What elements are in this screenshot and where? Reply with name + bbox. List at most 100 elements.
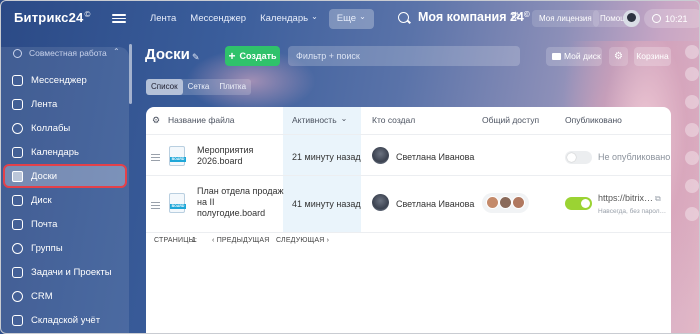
col-activity[interactable]: Активность [283, 107, 361, 134]
chevron-up-icon[interactable]: ⌃ [113, 47, 120, 56]
pager-current-page[interactable]: 1 [192, 237, 196, 244]
pager-next[interactable]: СЛЕДУЮЩАЯ › [276, 237, 329, 244]
panel-icon[interactable] [685, 123, 699, 137]
nav-more[interactable]: Еще [328, 9, 374, 29]
published-link[interactable]: https://bitrix… [598, 193, 653, 204]
feed-icon [12, 98, 23, 110]
trash-button[interactable]: Корзина [634, 47, 671, 66]
pager-prev[interactable]: ‹ ПРЕДЫДУЩАЯ [212, 237, 270, 244]
panel-icon[interactable] [685, 45, 699, 59]
sidebar-item-label: Доски [31, 170, 58, 182]
col-published[interactable]: Опубликовано [565, 107, 622, 134]
panel-icon[interactable] [685, 67, 699, 81]
plus-icon: + [228, 48, 236, 63]
view-list[interactable]: Список [146, 79, 183, 95]
sidebar-item-inventory[interactable]: Складской учёт [4, 309, 126, 331]
row-menu-icon[interactable] [151, 200, 160, 211]
gear-icon[interactable]: ⚙ [511, 11, 520, 22]
license-button[interactable]: Моя лицензия [532, 10, 599, 27]
company-sup: © [523, 10, 530, 19]
sidebar-item-label: Группы [31, 242, 63, 254]
sidebar-item-disk[interactable]: Диск [4, 189, 126, 211]
file-name[interactable]: План отдела продаж на II полугодие.board [197, 186, 284, 219]
avatar[interactable] [623, 10, 640, 27]
file-name-line: на II [197, 197, 215, 207]
pin-icon[interactable]: ✎ [192, 52, 200, 63]
published-status: Не опубликовано [598, 152, 671, 162]
company-label: Моя компания 24 [418, 10, 524, 24]
sidebar-group-header[interactable]: Совместная работа [13, 48, 107, 58]
chevron-left-icon: ‹ [212, 237, 215, 244]
board-icon [12, 170, 23, 182]
nav-messenger[interactable]: Мессенджер [183, 9, 253, 29]
logo-sup: © [84, 10, 91, 19]
copy-icon[interactable]: ⧉ [655, 193, 661, 204]
col-shared[interactable]: Общий доступ [482, 107, 539, 134]
panel-icon[interactable] [685, 95, 699, 109]
right-panel-strip [681, 45, 699, 333]
activity-time: 41 минуту назад [292, 199, 361, 209]
row-menu-icon[interactable] [151, 152, 160, 163]
file-name[interactable]: Мероприятия 2026.board [197, 145, 253, 167]
nav-feed[interactable]: Лента [143, 9, 183, 29]
my-disk-button[interactable]: Мой диск [546, 47, 602, 66]
col-creator[interactable]: Кто создал [372, 107, 415, 134]
sidebar-item-boards[interactable]: Доски [3, 164, 127, 188]
shared-users[interactable] [482, 193, 529, 213]
file-name-line: План отдела продаж [197, 186, 284, 196]
top-bar: Битрикс24© Лента Мессенджер Календарь Ещ… [1, 1, 699, 37]
app-logo[interactable]: Битрикс24© [14, 10, 91, 25]
panel-icon[interactable] [685, 151, 699, 165]
table-settings-gear-icon[interactable]: ⚙ [152, 107, 160, 134]
search-icon[interactable] [398, 12, 409, 23]
sidebar-item-tasks[interactable]: Задачи и Проекты [4, 261, 126, 283]
crm-icon [12, 290, 23, 302]
disk-icon [12, 194, 23, 206]
sidebar-item-label: Складской учёт [31, 314, 101, 326]
avatar[interactable] [372, 194, 389, 211]
page-title: Доски [145, 46, 190, 63]
view-grid[interactable]: Сетка [183, 79, 215, 95]
time-widget[interactable]: 10:21 [644, 9, 699, 28]
avatar [499, 196, 512, 209]
sidebar-item-label: Диск [31, 194, 52, 206]
panel-icon[interactable] [685, 179, 699, 193]
tasks-icon [12, 266, 23, 278]
sidebar-item-label: Задачи и Проекты [31, 266, 112, 278]
cloud-icon [13, 48, 22, 58]
board-file-icon [169, 193, 186, 213]
pager-prev-label: ПРЕДЫДУЩАЯ [216, 237, 270, 244]
view-tiles[interactable]: Плитка [214, 79, 251, 95]
divider [146, 175, 671, 176]
activity-time: 21 минуту назад [292, 152, 361, 162]
view-switcher: Список Сетка Плитка [146, 79, 252, 95]
publish-toggle[interactable] [565, 197, 592, 210]
sidebar-item-messenger[interactable]: Мессенджер [4, 69, 126, 91]
sidebar-item-calendar[interactable]: Календарь [4, 141, 126, 163]
sidebar-item-mail[interactable]: Почта [4, 213, 126, 235]
col-name[interactable]: Название файла [168, 107, 235, 134]
filter-search-input[interactable]: Фильтр + поиск [288, 46, 520, 66]
create-button[interactable]: + Создать [225, 46, 280, 66]
sidebar-item-groups[interactable]: Группы [4, 237, 126, 259]
nav-calendar[interactable]: Календарь [253, 9, 325, 29]
file-name-line: полугодие.board [197, 208, 266, 218]
creator-name[interactable]: Светлана Иванова [396, 199, 474, 210]
sidebar-scrollbar[interactable] [129, 44, 132, 104]
avatar[interactable] [372, 147, 389, 164]
inventory-icon [12, 314, 23, 326]
file-name-line: Мероприятия [197, 145, 254, 155]
menu-icon[interactable] [112, 12, 126, 24]
pager-next-label: СЛЕДУЮЩАЯ [276, 237, 325, 244]
publish-toggle[interactable] [565, 151, 592, 164]
logo-text: Битрикс24 [14, 10, 84, 25]
creator-name[interactable]: Светлана Иванова [396, 152, 474, 163]
groups-icon [12, 242, 23, 254]
sidebar-item-feed[interactable]: Лента [4, 93, 126, 115]
panel-icon[interactable] [685, 207, 699, 221]
sidebar-item-crm[interactable]: CRM [4, 285, 126, 307]
avatar [512, 196, 525, 209]
settings-gear-icon[interactable]: ⚙ [609, 47, 628, 66]
create-label: Создать [239, 51, 277, 61]
sidebar-item-collabs[interactable]: Коллабы [4, 117, 126, 139]
